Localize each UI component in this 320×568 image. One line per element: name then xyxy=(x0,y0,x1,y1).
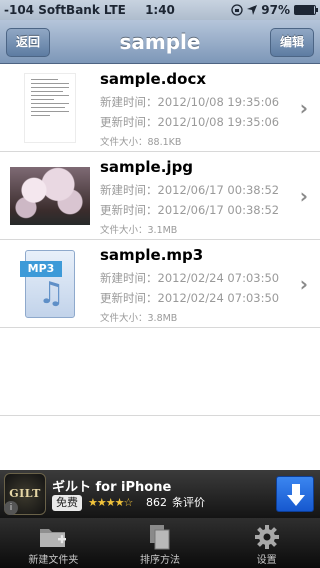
file-list: sample.docx 新建时间：2012/10/08 19:35:06 更新时… xyxy=(0,64,320,416)
chevron-right-icon: › xyxy=(299,272,308,296)
cherry-blossom-photo xyxy=(10,167,90,225)
rating-stars: ★★★★☆ xyxy=(88,496,133,509)
location-arrow-icon xyxy=(247,5,258,15)
chevron-right-icon: › xyxy=(299,96,308,120)
reviews-label: 条评价 xyxy=(172,496,205,509)
file-name: sample.mp3 xyxy=(100,246,204,264)
updated-time: 更新时间：2012/06/17 00:38:52 xyxy=(100,203,280,217)
music-note-icon: ♫ xyxy=(38,276,65,311)
page-title: sample xyxy=(119,30,201,54)
info-icon[interactable]: i xyxy=(4,501,18,515)
gear-icon xyxy=(252,523,282,551)
sort-icon xyxy=(145,523,175,551)
price-badge: 免费 xyxy=(52,495,82,511)
battery-icon xyxy=(294,5,318,15)
chevron-right-icon: › xyxy=(299,184,308,208)
download-button[interactable] xyxy=(276,476,314,512)
edit-button[interactable]: 编辑 xyxy=(269,28,314,57)
ad-title: ギルト for iPhone xyxy=(52,480,172,495)
file-size: 文件大小：88.1KB xyxy=(100,137,182,148)
download-arrow-icon xyxy=(287,484,305,506)
tab-label: 排序方法 xyxy=(140,555,180,566)
navigation-bar: 返回 sample 编辑 xyxy=(0,20,320,64)
status-right: 97% xyxy=(231,3,318,17)
back-button[interactable]: 返回 xyxy=(6,28,51,57)
battery-percent: 97% xyxy=(261,3,290,17)
created-time: 新建时间：2012/02/24 07:03:50 xyxy=(100,271,280,285)
document-thumbnail xyxy=(8,72,92,144)
tab-settings[interactable]: 设置 xyxy=(213,518,320,568)
file-row-mp3[interactable]: MP3 ♫ sample.mp3 新建时间：2012/02/24 07:03:5… xyxy=(0,240,320,328)
tab-label: 新建文件夹 xyxy=(28,555,79,566)
updated-time: 更新时间：2012/10/08 19:35:06 xyxy=(100,115,280,129)
rotation-lock-icon xyxy=(231,4,243,16)
mp3-tag: MP3 xyxy=(20,261,62,277)
new-folder-icon xyxy=(38,523,68,551)
audio-thumbnail: MP3 ♫ xyxy=(8,248,92,320)
review-count: 862 xyxy=(146,496,167,509)
photo-thumbnail xyxy=(8,160,92,232)
ad-banner[interactable]: GILT i ギルト for iPhone 免费 ★★★★☆ 862 条评价 xyxy=(0,470,320,518)
file-size: 文件大小：3.8MB xyxy=(100,313,178,324)
file-name: sample.docx xyxy=(100,70,207,88)
file-size: 文件大小：3.1MB xyxy=(100,225,178,236)
created-time: 新建时间：2012/10/08 19:35:06 xyxy=(100,95,280,109)
battery-level xyxy=(295,6,315,14)
status-bar: -104 SoftBank LTE 1:40 97% xyxy=(0,0,320,20)
empty-list-row xyxy=(0,328,320,416)
file-row-docx[interactable]: sample.docx 新建时间：2012/10/08 19:35:06 更新时… xyxy=(0,64,320,152)
tab-sort[interactable]: 排序方法 xyxy=(107,518,214,568)
music-file-icon: MP3 ♫ xyxy=(20,250,75,318)
updated-time: 更新时间：2012/02/24 07:03:50 xyxy=(100,291,280,305)
file-row-jpg[interactable]: sample.jpg 新建时间：2012/06/17 00:38:52 更新时间… xyxy=(0,152,320,240)
document-icon xyxy=(24,73,76,143)
tab-bar: 新建文件夹 排序方法 设置 xyxy=(0,518,320,568)
file-name: sample.jpg xyxy=(100,158,194,176)
tab-label: 设置 xyxy=(256,555,277,566)
created-time: 新建时间：2012/06/17 00:38:52 xyxy=(100,183,280,197)
tab-new-folder[interactable]: 新建文件夹 xyxy=(0,518,107,568)
